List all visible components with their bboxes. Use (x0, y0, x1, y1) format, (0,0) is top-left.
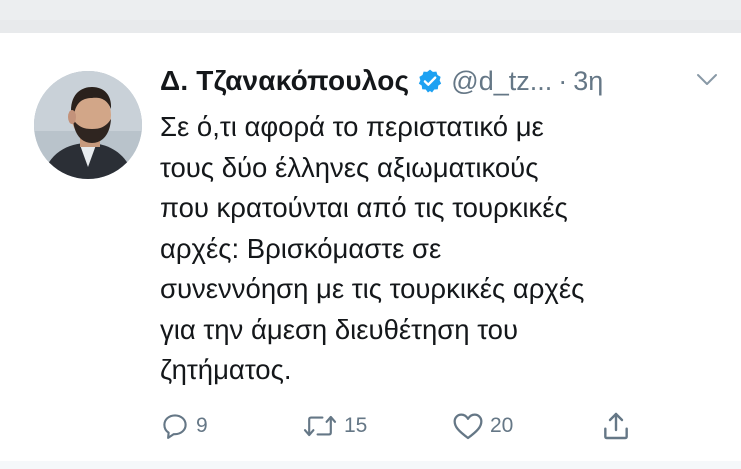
share-button[interactable] (600, 409, 632, 443)
tweet-header: Δ. Τζανακόπουλος @d_tz... · 3η (160, 61, 603, 101)
bottom-background-strip (0, 461, 741, 469)
reply-count: 9 (196, 414, 208, 437)
top-background-strip (0, 0, 741, 20)
reply-button[interactable]: 9 (160, 409, 208, 443)
like-button[interactable]: 20 (452, 409, 513, 443)
tweet-text: Σε ό,τι αφορά το περιστατικό με τους δύο… (160, 107, 730, 391)
retweet-button[interactable]: 15 (302, 409, 367, 443)
separator-dot: · (558, 65, 568, 96)
tweet-text-line: συνεννόηση με τις τουρκικές αρχές (160, 273, 585, 304)
tweet-text-line: Σε ό,τι αφορά το περιστατικό με (160, 111, 544, 142)
chevron-down-icon[interactable] (696, 73, 718, 92)
tweet-text-line: αρχές: Βρισκόμαστε σε (160, 232, 442, 264)
tweet-timestamp[interactable]: 3η (573, 66, 603, 97)
tweet-text-line: τους δύο έλληνες αξιωματικούς (160, 151, 539, 183)
reply-icon (163, 414, 187, 439)
author-name[interactable]: Δ. Τζανακόπουλος (160, 65, 409, 97)
like-count: 20 (490, 414, 514, 437)
retweet-icon (303, 415, 337, 437)
tweet-card[interactable]: Δ. Τζανακόπουλος @d_tz... · 3η Σε ό,τι α… (0, 33, 741, 461)
avatar-photo (34, 71, 142, 179)
retweet-count: 15 (344, 414, 368, 437)
heart-icon (453, 413, 483, 440)
tweet-text-line: για την άμεση διευθέτηση του (160, 313, 518, 345)
tweet-text-line: ζητήματος. (160, 354, 292, 385)
share-icon (604, 412, 628, 440)
author-handle[interactable]: @d_tz... (451, 66, 552, 97)
verified-badge-icon (417, 68, 443, 94)
tweet-text-line: που κρατούνται από τις τουρκικές (160, 192, 568, 223)
tweet-actions: 9 15 20 (0, 409, 741, 443)
avatar[interactable] (34, 71, 142, 179)
